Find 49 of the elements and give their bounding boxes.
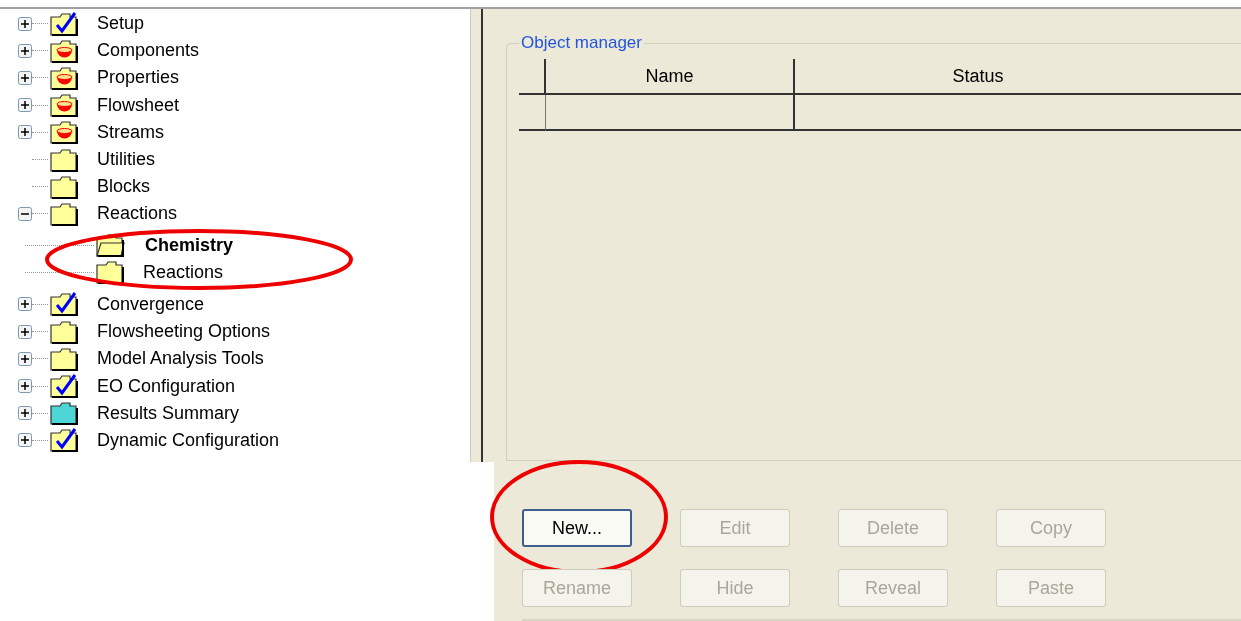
tree-item[interactable]: Flowsheeting Options [97, 321, 271, 343]
tree-item[interactable]: Reactions [97, 203, 178, 225]
tree-item[interactable]: EO Configuration [97, 375, 236, 397]
expander-icon[interactable] [18, 324, 32, 339]
folder-icon [49, 318, 79, 345]
tree-item[interactable]: Results Summary [97, 402, 240, 424]
folder-check-icon [49, 10, 79, 37]
folder-check-icon [49, 291, 79, 318]
tree-item[interactable]: Reactions [143, 261, 224, 283]
tree-item[interactable]: Properties [97, 67, 180, 89]
expander-icon[interactable] [18, 70, 32, 85]
folder-icon [49, 200, 79, 227]
folder-pot-icon [49, 119, 79, 146]
folder-pot-icon [49, 37, 79, 64]
column-header[interactable]: Name [546, 59, 795, 95]
expander-icon[interactable] [18, 98, 32, 113]
group-title: Object manager [520, 33, 643, 53]
expander-icon[interactable] [18, 206, 32, 221]
tree-item[interactable]: Components [97, 40, 200, 62]
folder-check-icon [49, 373, 79, 400]
expander-icon[interactable] [18, 16, 32, 31]
action-button[interactable]: New... [522, 509, 632, 547]
folder-icon [49, 173, 79, 200]
tree-item[interactable]: Chemistry [145, 234, 234, 256]
tree-item[interactable]: Setup [97, 13, 145, 35]
tree-item[interactable]: Utilities [97, 149, 155, 171]
tree-item[interactable]: Blocks [97, 176, 150, 198]
tree-item[interactable]: Streams [97, 121, 165, 143]
expander-icon[interactable] [18, 406, 32, 421]
folder-pot-icon [49, 64, 79, 91]
expander-icon[interactable] [18, 433, 32, 448]
expander-icon[interactable] [18, 379, 32, 394]
column-header[interactable]: Status [795, 59, 1241, 95]
tree-item[interactable]: Flowsheet [97, 94, 180, 116]
tree-item[interactable]: Model Analysis Tools [97, 348, 264, 370]
expander-icon[interactable] [18, 297, 32, 312]
folder-icon [49, 345, 79, 372]
folder-icon [49, 400, 79, 427]
splitter-bar[interactable] [470, 9, 483, 462]
tree-item[interactable]: Dynamic Configuration [97, 429, 280, 451]
folder-icon [49, 146, 79, 173]
expander-icon[interactable] [18, 351, 32, 366]
expander-icon[interactable] [18, 125, 32, 140]
tree-item[interactable]: Convergence [97, 293, 205, 315]
folder-check-icon [49, 427, 79, 454]
folder-pot-icon [49, 92, 79, 119]
expander-icon[interactable] [18, 43, 32, 58]
corner-cell [519, 59, 546, 95]
row-header-cell[interactable] [519, 95, 546, 131]
